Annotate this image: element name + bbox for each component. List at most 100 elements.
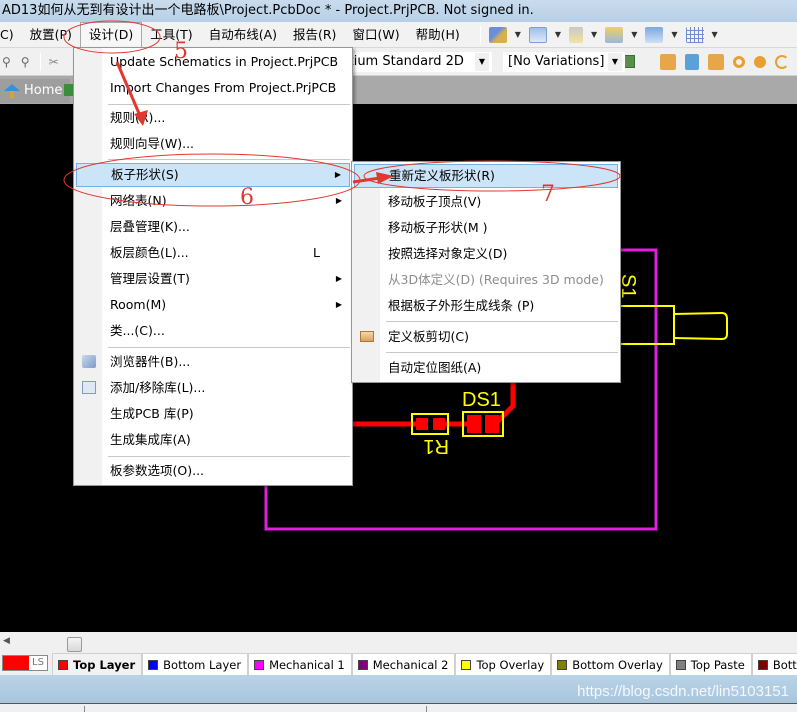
arc-icon[interactable] — [775, 55, 789, 69]
menu-separator — [108, 104, 350, 105]
submenu-arrow-icon: ▶ — [335, 196, 342, 205]
layer-tab-label: Bottom Overlay — [572, 657, 663, 672]
menu-item-label: 管理层设置(T) — [110, 271, 190, 286]
fanout-icon[interactable] — [685, 54, 699, 70]
menu-design[interactable]: 设计(D) — [79, 21, 143, 48]
layer-tab-bottom-layer[interactable]: Bottom Layer — [142, 653, 249, 675]
dropdown-arrow-icon[interactable]: ▼ — [608, 53, 622, 71]
menu-manage-layer-sets[interactable]: 管理层设置(T) ▶ — [76, 267, 350, 291]
ds1-designator: DS1 — [462, 389, 501, 411]
menu-item-label: 生成集成库(A) — [110, 432, 191, 447]
current-layer-indicator[interactable]: LS — [2, 655, 48, 671]
layer-tab-top-paste[interactable]: Top Paste — [669, 653, 752, 675]
menu-item-label: 根据板子外形生成线条 (P) — [388, 298, 535, 313]
menu-item-label: 移动板子顶点(V) — [388, 194, 482, 209]
route-track-icon[interactable] — [660, 54, 676, 70]
find-tool-icon[interactable] — [569, 26, 584, 43]
pad-icon[interactable] — [733, 56, 745, 68]
layer-tab-bottom-overlay[interactable]: Bottom Overlay — [551, 653, 670, 675]
menu-move-board-shape[interactable]: 移动板子形状(M ) — [354, 216, 618, 240]
menu-make-pcb-library[interactable]: 生成PCB 库(P) — [76, 402, 350, 426]
route-diff-pair-icon[interactable] — [708, 54, 724, 70]
scrollbar-thumb[interactable] — [67, 637, 82, 652]
menu-auto-position-sheet[interactable]: 自动定位图纸(A) — [354, 356, 618, 380]
layer-tab-top-overlay[interactable]: Top Overlay — [455, 653, 552, 675]
room-tool-icon[interactable] — [645, 26, 664, 43]
current-layer-color-swatch — [3, 656, 29, 670]
home-icon — [4, 84, 20, 98]
menu-window[interactable]: 窗口(W) — [344, 23, 407, 47]
layer-set-label: LS — [32, 657, 44, 668]
tab-home[interactable]: Home — [0, 79, 71, 103]
r1-pad-2 — [433, 418, 445, 430]
dropdown-arrow-icon[interactable]: ▼ — [555, 30, 561, 39]
filter-icon[interactable]: ⚲ — [2, 55, 11, 69]
menu-separator — [108, 159, 350, 160]
layer-tab-bottom-paste[interactable]: Bottom Paste — [751, 653, 797, 675]
menu-board-options[interactable]: 板参数选项(O)... — [76, 459, 350, 483]
variations-combo[interactable]: [No Variations] ▼ — [503, 52, 625, 72]
menu-autoroute[interactable]: 自动布线(A) — [201, 23, 285, 47]
layer-tab-mechanical-2[interactable]: Mechanical 2 — [351, 653, 456, 675]
horizontal-scrollbar[interactable]: ◀ — [0, 632, 797, 652]
layer-tab-label: Bottom Layer — [163, 657, 242, 672]
menu-board-shape[interactable]: 板子形状(S) ▶ — [76, 163, 350, 187]
measure-tool-icon[interactable] — [488, 26, 507, 43]
dropdown-arrow-icon[interactable]: ▼ — [712, 30, 718, 39]
menu-item-label: 板子形状(S) — [111, 167, 179, 182]
ds1-pad-2 — [485, 415, 499, 433]
menu-define-board-cutout[interactable]: 定义板剪切(C) — [354, 325, 618, 349]
dropdown-arrow-icon[interactable]: ▼ — [591, 30, 597, 39]
cut-icon[interactable]: ✂ — [49, 55, 59, 69]
menu-move-board-vertices[interactable]: 移动板子顶点(V) — [354, 190, 618, 214]
menu-netlist[interactable]: 网络表(N) ▶ — [76, 189, 350, 213]
menu-browse-components[interactable]: 浏览器件(B)... — [76, 350, 350, 374]
menu-tools[interactable]: 工具(T) — [142, 23, 200, 47]
menu-make-integrated-library[interactable]: 生成集成库(A) — [76, 428, 350, 452]
menu-separator — [108, 347, 350, 348]
layer-tab-label: Top Overlay — [476, 657, 545, 672]
grid-icon[interactable] — [685, 26, 704, 43]
scroll-left-arrow-icon[interactable]: ◀ — [3, 636, 10, 646]
menu-redefine-board-shape[interactable]: 重新定义板形状(R) — [354, 164, 618, 188]
align-tool-icon[interactable] — [528, 26, 547, 43]
menu-classes[interactable]: 类...(C)... — [76, 319, 350, 343]
submenu-arrow-icon: ▶ — [335, 300, 342, 309]
ruler-tool-icon[interactable] — [605, 26, 624, 43]
menu-place[interactable]: 放置(P) — [22, 23, 80, 47]
menu-rules[interactable]: 规则(R)... — [76, 106, 350, 130]
menu-add-remove-library[interactable]: 添加/移除库(L)... — [76, 376, 350, 400]
menu-item-label: Import Changes From Project.PrjPCB — [110, 80, 337, 95]
design-menu: Update Schematics in Project.PrjPCB Impo… — [73, 47, 353, 486]
menu-room[interactable]: Room(M) ▶ — [76, 293, 350, 317]
menu-help[interactable]: 帮助(H) — [408, 23, 468, 47]
menu-item-label: 板层颜色(L)... — [110, 245, 189, 260]
zoom-filter-icon[interactable]: ⚲ — [21, 55, 30, 69]
r1-pad-1 — [416, 418, 428, 430]
toolbar-separator — [479, 25, 481, 44]
menu-board-layer-colors[interactable]: 板层颜色(L)... L — [76, 241, 350, 265]
menu-separator — [386, 352, 618, 353]
dropdown-arrow-icon[interactable]: ▼ — [631, 30, 637, 39]
menu-item-partial[interactable]: C) — [0, 23, 22, 47]
layer-tab-mechanical-1[interactable]: Mechanical 1 — [248, 653, 352, 675]
menu-item-label: 生成PCB 库(P) — [110, 406, 194, 421]
menu-define-from-selected[interactable]: 按照选择对象定义(D) — [354, 242, 618, 266]
menu-reports[interactable]: 报告(R) — [285, 23, 344, 47]
view-mode-combo[interactable]: ltium Standard 2D ▼ — [340, 52, 492, 72]
view-mode-value: ltium Standard 2D — [345, 54, 464, 69]
layer-color-swatch — [148, 659, 159, 670]
menu-update-schematics[interactable]: Update Schematics in Project.PrjPCB — [76, 50, 350, 74]
menu-item-label: 自动定位图纸(A) — [388, 360, 482, 375]
menu-import-changes[interactable]: Import Changes From Project.PrjPCB — [76, 76, 350, 100]
dropdown-arrow-icon[interactable]: ▼ — [515, 30, 521, 39]
menu-rules-wizard[interactable]: 规则向导(W)... — [76, 132, 350, 156]
s1-overlay-shaft — [673, 311, 728, 341]
tab-home-label: Home — [24, 83, 63, 98]
menu-create-primitives-from-shape[interactable]: 根据板子外形生成线条 (P) — [354, 294, 618, 318]
dropdown-arrow-icon[interactable]: ▼ — [671, 30, 677, 39]
dropdown-arrow-icon[interactable]: ▼ — [475, 53, 489, 71]
via-icon[interactable] — [754, 56, 766, 68]
menu-layer-stack-manager[interactable]: 层叠管理(K)... — [76, 215, 350, 239]
layer-tab-top-layer[interactable]: Top Layer — [52, 653, 143, 675]
